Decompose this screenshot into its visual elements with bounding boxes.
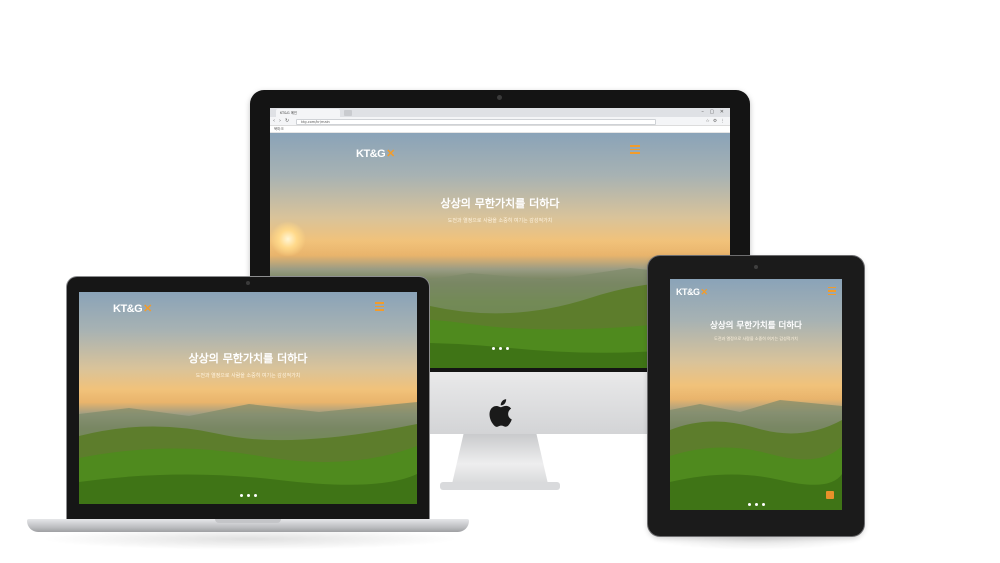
hero-subtitle: 도전과 열정으로 사람을 소중히 여기는 감성적가치 [195, 373, 301, 379]
logo-mark-icon: ✕ [700, 287, 709, 297]
ktg-logo[interactable]: KT&G✕ [113, 302, 152, 315]
hero-title: 상상의 무한가치를 더하다 [440, 197, 560, 210]
apple-logo-icon [489, 399, 512, 427]
top-button[interactable] [826, 491, 834, 499]
hero-title: 상상의 무한가치를 더하다 [188, 352, 308, 365]
arrow-left-icon[interactable]: ‹ [273, 118, 275, 125]
window-controls[interactable]: – ▢ ✕ [701, 109, 726, 116]
laptop-notch [215, 519, 281, 523]
new-tab-button[interactable] [344, 110, 352, 116]
hamburger-menu-icon[interactable] [630, 145, 640, 156]
hero-subtitle: 도전과 열정으로 사람을 소중히 여기는 감성적가치 [714, 336, 798, 341]
logo-mark-icon: ✕ [143, 303, 152, 315]
logo-text: KT&G [676, 287, 700, 297]
bookmark-item[interactable]: 북마크 [274, 127, 284, 131]
hamburger-menu-icon[interactable] [828, 287, 836, 297]
reload-icon[interactable]: ↻ [285, 118, 289, 125]
browser-tab-label: KT&G 메인 [280, 111, 298, 115]
url-input[interactable]: ktg.com/kr/main [296, 118, 656, 125]
laptop-camera [246, 281, 250, 285]
hero-title: 상상의 무한가치를 더하다 [710, 321, 802, 331]
bookmarks-bar: 북마크 [270, 126, 730, 133]
carousel-dots[interactable] [670, 491, 842, 510]
logo-text: KT&G [356, 148, 386, 160]
laptop-hero-banner: KT&G✕ 상상의 무한가치를 더하다 도전과 열정으로 사람을 소중히 여기는… [79, 292, 417, 504]
logo-mark-icon: ✕ [386, 148, 395, 160]
ktg-logo[interactable]: KT&G✕ [676, 287, 708, 298]
browser-tab[interactable]: KT&G 메인 [276, 109, 340, 117]
url-text: ktg.com/kr/main [301, 119, 330, 124]
imac-stand-base [440, 482, 560, 490]
ktg-logo[interactable]: KT&G✕ [356, 147, 395, 160]
hero-subtitle: 도전과 열정으로 사람을 소중히 여기는 감성적가치 [447, 218, 553, 224]
logo-text: KT&G [113, 303, 143, 315]
imac-stand [452, 434, 548, 484]
arrow-right-icon[interactable]: › [279, 118, 281, 125]
browser-tab-bar: KT&G 메인 – ▢ ✕ [270, 108, 730, 117]
imac-camera [497, 95, 502, 100]
carousel-dots[interactable] [79, 482, 417, 501]
tablet-hero-banner: KT&G✕ 상상의 무한가치를 더하다 도전과 열정으로 사람을 소중히 여기는… [670, 279, 842, 510]
tablet-camera [754, 265, 758, 269]
hamburger-menu-icon[interactable] [375, 302, 384, 313]
extension-icons[interactable]: ☆ ⚙ ⋮ [706, 118, 726, 125]
browser-address-bar: ‹ › ↻ ktg.com/kr/main ☆ ⚙ ⋮ [270, 117, 730, 126]
hills-landscape [670, 400, 842, 510]
